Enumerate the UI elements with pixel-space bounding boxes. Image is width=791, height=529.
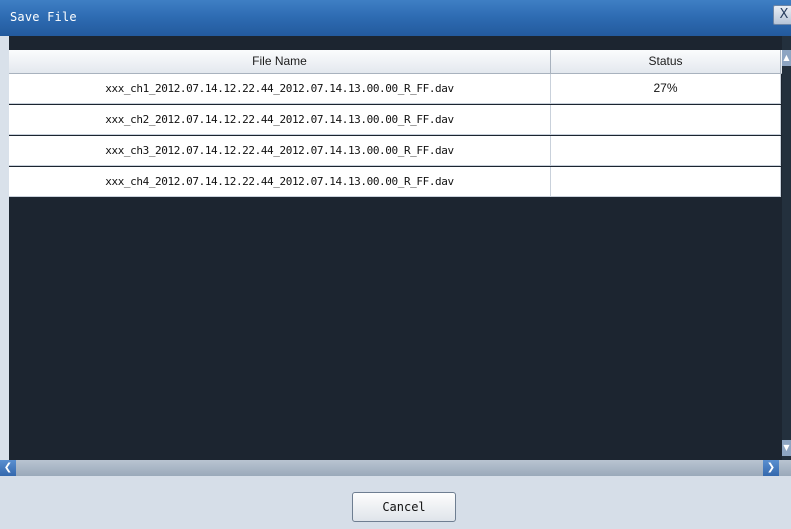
file-list: File Name Status xxx_ch1_2012.07.14.12.2… xyxy=(9,36,782,460)
file-name-cell: xxx_ch2_2012.07.14.12.22.44_2012.07.14.1… xyxy=(9,105,551,134)
horizontal-scrollbar[interactable]: ❮ ❯ xyxy=(0,460,791,476)
file-name-cell: xxx_ch1_2012.07.14.12.22.44_2012.07.14.1… xyxy=(9,74,551,103)
table-row[interactable]: xxx_ch1_2012.07.14.12.22.44_2012.07.14.1… xyxy=(9,74,781,104)
chevron-left-icon[interactable]: ❮ xyxy=(0,460,16,476)
cancel-button[interactable]: Cancel xyxy=(352,492,456,522)
chevron-up-icon[interactable]: ▲ xyxy=(782,50,791,66)
save-file-dialog: Save File X File Name Status xxx_ch1_201… xyxy=(0,0,791,529)
table-row[interactable]: xxx_ch2_2012.07.14.12.22.44_2012.07.14.1… xyxy=(9,105,781,135)
table-header: File Name Status xyxy=(9,50,782,74)
column-header-status[interactable]: Status xyxy=(551,50,781,73)
status-cell xyxy=(551,105,781,134)
chevron-right-icon[interactable]: ❯ xyxy=(763,460,779,476)
status-cell: 27% xyxy=(551,74,781,103)
close-button[interactable]: X xyxy=(773,5,791,25)
dialog-title: Save File xyxy=(10,10,77,24)
vertical-scrollbar[interactable]: ▲ ▼ xyxy=(782,36,791,460)
status-cell xyxy=(551,167,781,196)
file-name-cell: xxx_ch3_2012.07.14.12.22.44_2012.07.14.1… xyxy=(9,136,551,165)
close-icon: X xyxy=(779,7,789,22)
dialog-footer: Cancel xyxy=(0,476,791,529)
file-name-cell: xxx_ch4_2012.07.14.12.22.44_2012.07.14.1… xyxy=(9,167,551,196)
title-bar[interactable]: Save File X xyxy=(0,0,791,36)
column-header-file-name[interactable]: File Name xyxy=(9,50,551,73)
table-row[interactable]: xxx_ch3_2012.07.14.12.22.44_2012.07.14.1… xyxy=(9,136,781,166)
status-cell xyxy=(551,136,781,165)
chevron-down-icon[interactable]: ▼ xyxy=(782,440,791,456)
table-row[interactable]: xxx_ch4_2012.07.14.12.22.44_2012.07.14.1… xyxy=(9,167,781,197)
